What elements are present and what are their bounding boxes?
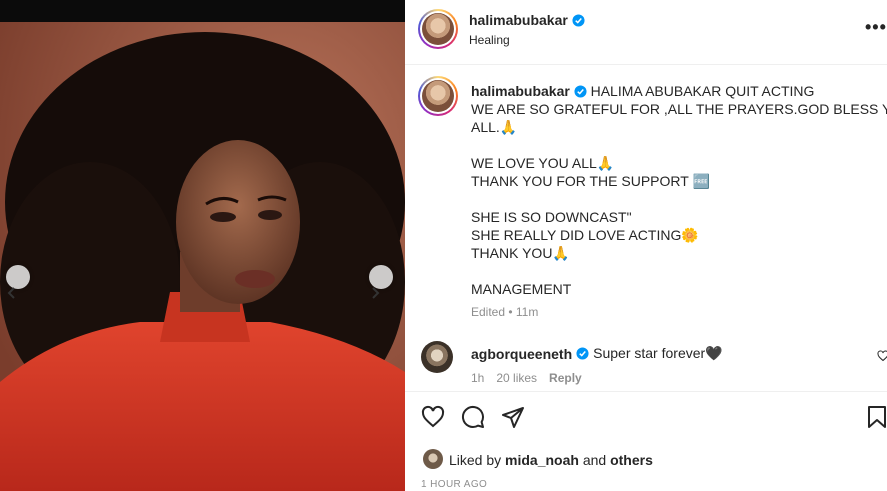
comment-icon[interactable] <box>461 405 485 429</box>
author-avatar[interactable] <box>418 9 458 49</box>
commenter-avatar[interactable] <box>421 341 453 373</box>
caption-line: MANAGEMENT <box>471 281 572 297</box>
caption-line: HALIMA ABUBAKAR QUIT ACTING <box>590 83 815 99</box>
liked-by-text: Liked by mida_noah and others <box>449 452 653 468</box>
instagram-post: halimabubakar Healing ••• halimabubakar … <box>0 0 887 491</box>
more-options-button[interactable]: ••• <box>865 18 887 36</box>
post-caption: halimabubakar HALIMA ABUBAKAR QUIT ACTIN… <box>471 82 887 298</box>
caption-line: WE LOVE YOU ALL🙏 <box>471 155 615 171</box>
comment-meta: 1h 20 likes Reply <box>471 371 582 385</box>
caption-line: THANK YOU🙏 <box>471 245 570 261</box>
commenter-username[interactable]: agborqueeneth <box>471 346 572 362</box>
caption-line-first: halimabubakar HALIMA ABUBAKAR QUIT ACTIN… <box>471 82 871 100</box>
post-timestamp[interactable]: 1 HOUR AGO <box>421 479 487 490</box>
share-icon[interactable] <box>501 405 525 429</box>
comment-reply-button[interactable]: Reply <box>549 371 582 385</box>
post-photo <box>0 0 405 491</box>
caption-line: SHE IS SO DOWNCAST" <box>471 209 632 225</box>
caption-author-avatar[interactable] <box>418 76 458 116</box>
chevron-left-icon <box>7 287 15 299</box>
header-divider <box>405 64 887 65</box>
liker-avatar[interactable] <box>423 449 443 469</box>
actions-divider <box>405 391 887 392</box>
liked-by-and: and <box>582 452 607 468</box>
caption-line: THANK YOU FOR THE SUPPORT 🆓 <box>471 173 710 189</box>
caption-line: WE ARE SO GRATEFUL FOR ,ALL THE PRAYERS.… <box>471 101 887 117</box>
verified-badge-icon <box>576 347 589 360</box>
post-details-panel: halimabubakar Healing ••• halimabubakar … <box>405 0 887 491</box>
verified-badge-icon <box>572 13 585 27</box>
chevron-right-icon <box>372 287 380 299</box>
liked-by-prefix: Liked by <box>449 452 502 468</box>
author-username[interactable]: halimabubakar <box>469 12 568 28</box>
liker-username[interactable]: mida_noah <box>505 452 579 468</box>
author-username-row: halimabubakar <box>469 12 585 28</box>
caption-line: SHE REALLY DID LOVE ACTING🌼 <box>471 227 699 243</box>
liked-by-others[interactable]: others <box>610 452 653 468</box>
post-actions <box>421 405 525 429</box>
comment-likes[interactable]: 20 likes <box>496 371 537 385</box>
post-location[interactable]: Healing <box>469 33 510 47</box>
caption-edited-meta: Edited • 11m <box>471 305 539 319</box>
comment-time[interactable]: 1h <box>471 371 484 385</box>
verified-badge-icon <box>574 85 587 98</box>
comment-text: Super star forever🖤 <box>593 345 723 361</box>
caption-line: ALL.🙏 <box>471 119 518 135</box>
comment: agborqueeneth Super star forever🖤 <box>471 345 723 362</box>
caption-username[interactable]: halimabubakar <box>471 83 570 99</box>
portrait-image <box>0 22 405 491</box>
carousel-prev-button[interactable] <box>6 265 30 299</box>
carousel-next-button[interactable] <box>369 265 393 299</box>
comment-like-heart-icon[interactable] <box>877 350 887 362</box>
bookmark-icon[interactable] <box>867 405 887 429</box>
heart-icon[interactable] <box>421 405 445 429</box>
photo-top-bar <box>0 0 405 22</box>
